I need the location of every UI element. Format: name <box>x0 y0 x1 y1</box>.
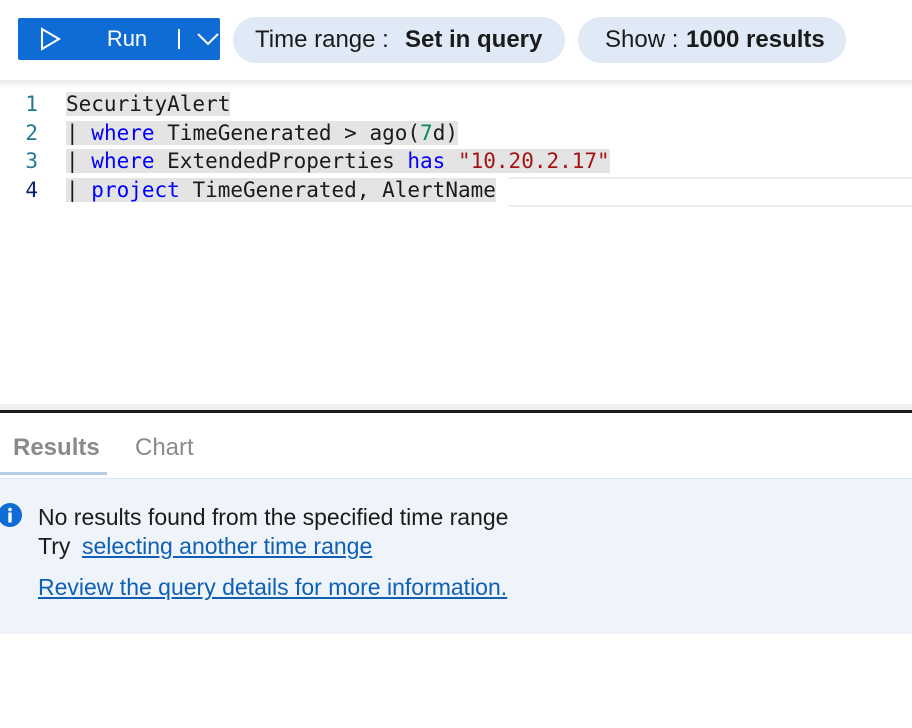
run-button-divider <box>178 29 180 49</box>
show-value: 1000 results <box>686 26 825 53</box>
code-text[interactable]: SecurityAlert <box>66 90 231 118</box>
code-number: 7 <box>420 121 433 145</box>
code-keyword: project <box>91 178 180 202</box>
tab-results-underline <box>0 472 107 475</box>
line-number: 4 <box>25 178 38 202</box>
time-range-picker[interactable]: Time range : Set in query <box>233 17 565 63</box>
message-try-text: Try <box>38 533 71 559</box>
code-operator-keyword: has <box>407 149 446 173</box>
code-line-active[interactable]: 4 | project TimeGenerated, AlertName <box>0 176 912 204</box>
time-range-label: Time range : <box>255 26 389 53</box>
code-pipe: | <box>66 178 92 202</box>
run-button[interactable]: Run <box>18 18 220 60</box>
result-limit-picker[interactable]: Show : 1000 results <box>578 17 846 63</box>
line-number: 1 <box>25 92 38 116</box>
code-string: "10.20.2.17" <box>457 149 610 173</box>
code-line[interactable]: 2 | where TimeGenerated > ago(7d) <box>0 119 912 147</box>
play-icon <box>41 27 61 51</box>
code-line[interactable]: 3 | where ExtendedProperties has "10.20.… <box>0 147 912 175</box>
toolbar-shadow <box>0 80 912 88</box>
code-expression: ExtendedProperties <box>154 149 408 173</box>
query-editor[interactable]: 1 SecurityAlert 2 | where TimeGenerated … <box>0 88 912 404</box>
code-keyword: where <box>91 149 155 173</box>
select-time-range-link[interactable]: selecting another time range <box>82 530 372 562</box>
code-expression: TimeGenerated > ago( <box>154 121 421 145</box>
code-text[interactable]: | where ExtendedProperties has "10.20.2.… <box>66 147 610 175</box>
code-table-name: SecurityAlert <box>66 92 231 116</box>
results-tabs: Results Chart <box>0 414 912 478</box>
query-details-link[interactable]: Review the query details for more inform… <box>38 571 507 603</box>
line-number: 3 <box>25 149 38 173</box>
message-title: No results found from the specified time… <box>38 504 509 530</box>
code-expression: TimeGenerated, AlertName <box>179 178 496 202</box>
query-toolbar: Run Time range : Set in query Show : 100… <box>0 0 912 80</box>
time-range-value: Set in query <box>405 26 543 53</box>
pane-splitter-line <box>0 410 912 413</box>
show-label: Show : <box>605 26 679 53</box>
code-keyword: where <box>91 121 155 145</box>
code-text[interactable]: | where TimeGenerated > ago(7d) <box>66 119 458 147</box>
code-expression-end: d) <box>432 121 458 145</box>
code-text[interactable]: | project TimeGenerated, AlertName <box>66 176 496 204</box>
tab-chart[interactable]: Chart <box>135 432 194 464</box>
line-number: 2 <box>25 121 38 145</box>
tab-results[interactable]: Results <box>13 432 100 464</box>
no-results-message: No results found from the specified time… <box>0 478 912 634</box>
code-pipe: | <box>66 121 92 145</box>
info-icon <box>0 503 22 527</box>
code-line[interactable]: 1 SecurityAlert <box>0 90 912 118</box>
run-button-label: Run <box>106 26 148 51</box>
code-pipe: | <box>66 149 92 173</box>
chevron-down-icon[interactable] <box>194 29 222 49</box>
